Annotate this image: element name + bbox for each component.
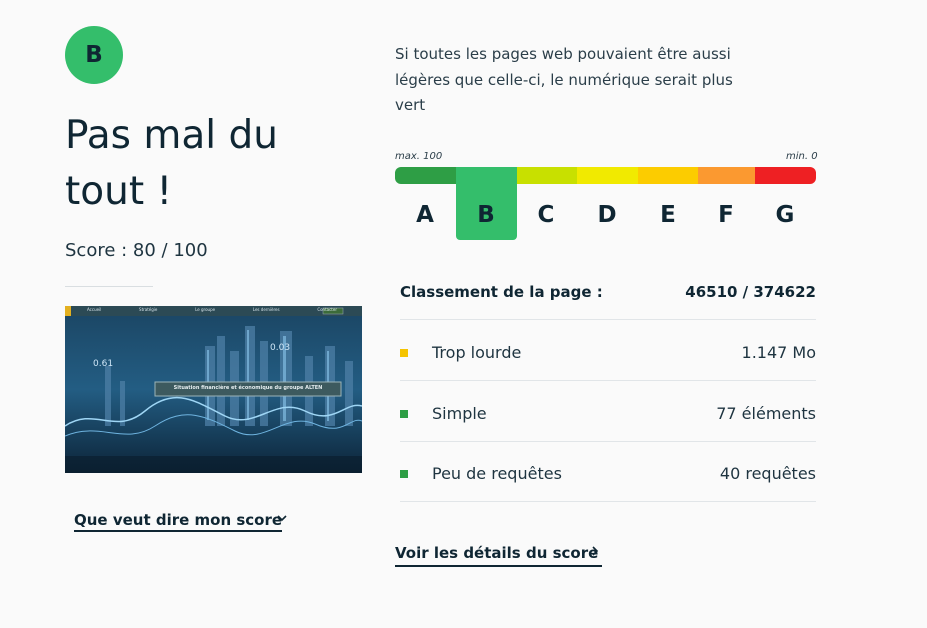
metric-label: Peu de requêtes <box>432 464 562 483</box>
thumbnail-nav-item: Contacter <box>317 307 337 312</box>
grade-letter-c: C <box>537 202 555 228</box>
thumbnail-nav: Accueil Stratégie Le groupe Les dernière… <box>87 307 337 315</box>
thumbnail-nav-item: Accueil <box>87 307 102 312</box>
metric-label: Trop lourde <box>432 343 522 362</box>
metric-value: 1.147 Mo <box>741 343 816 362</box>
grade-segment-f <box>698 167 755 184</box>
grade-scale-bar <box>395 167 816 184</box>
svg-text:0.61: 0.61 <box>93 359 113 369</box>
ranking-label: Classement de la page : <box>400 283 603 301</box>
grade-letter-e: E <box>660 202 676 228</box>
scale-max-label: max. 100 <box>395 151 443 162</box>
intro-text: Si toutes les pages web pouvaient être a… <box>395 45 733 114</box>
grade-segment-g <box>755 167 816 184</box>
grade-segment-a <box>395 167 456 184</box>
status-dot-icon <box>400 470 408 478</box>
scale-min-label: min. 0 <box>786 151 818 162</box>
grade-letter-a: A <box>416 202 434 228</box>
metric-value: 77 éléments <box>716 404 816 423</box>
status-dot-icon <box>400 410 408 418</box>
score-meaning-link[interactable]: Que veut dire mon score <box>74 511 283 532</box>
score-text: Score : 80 / 100 <box>65 240 208 261</box>
grade-segment-b <box>456 167 517 184</box>
chevron-down-icon[interactable] <box>276 512 288 528</box>
ranking-value: 46510 / 374622 <box>685 283 816 301</box>
thumbnail-nav-item: Les dernières <box>252 307 280 312</box>
grade-segment-e <box>638 167 698 184</box>
grade-letter-b: B <box>477 202 495 228</box>
metric-value: 40 requêtes <box>719 464 816 483</box>
score-details-link[interactable]: Voir les détails du score <box>395 544 602 567</box>
thumbnail-nav-item: Stratégie <box>139 307 158 312</box>
grade-letter-g: G <box>775 202 795 228</box>
grade-letter-d: D <box>597 202 617 228</box>
metric-row-elements: Simple 77 éléments <box>400 381 816 442</box>
page-screenshot-thumbnail: 0.61 0.03 Accueil Stratégie Le groupe Le… <box>65 306 362 473</box>
metric-label: Simple <box>432 404 487 423</box>
thumbnail-banner-text: Situation financière et économique du gr… <box>173 385 323 391</box>
grade-letter-f: F <box>718 202 734 228</box>
grade-letters: A B C D E F G <box>395 202 816 232</box>
metric-row-weight: Trop lourde 1.147 Mo <box>400 320 816 381</box>
chevron-right-icon[interactable] <box>590 545 600 561</box>
divider <box>65 286 153 287</box>
grade-badge: B <box>65 26 123 84</box>
svg-text:0.03: 0.03 <box>270 343 290 353</box>
status-dot-icon <box>400 349 408 357</box>
verdict-title: Pas mal du tout ! <box>65 113 278 214</box>
grade-segment-d <box>577 167 638 184</box>
ranking-row: Classement de la page : 46510 / 374622 <box>400 280 816 320</box>
grade-segment-c <box>517 167 577 184</box>
thumbnail-nav-item: Le groupe <box>195 307 216 312</box>
metric-row-requests: Peu de requêtes 40 requêtes <box>400 441 816 502</box>
